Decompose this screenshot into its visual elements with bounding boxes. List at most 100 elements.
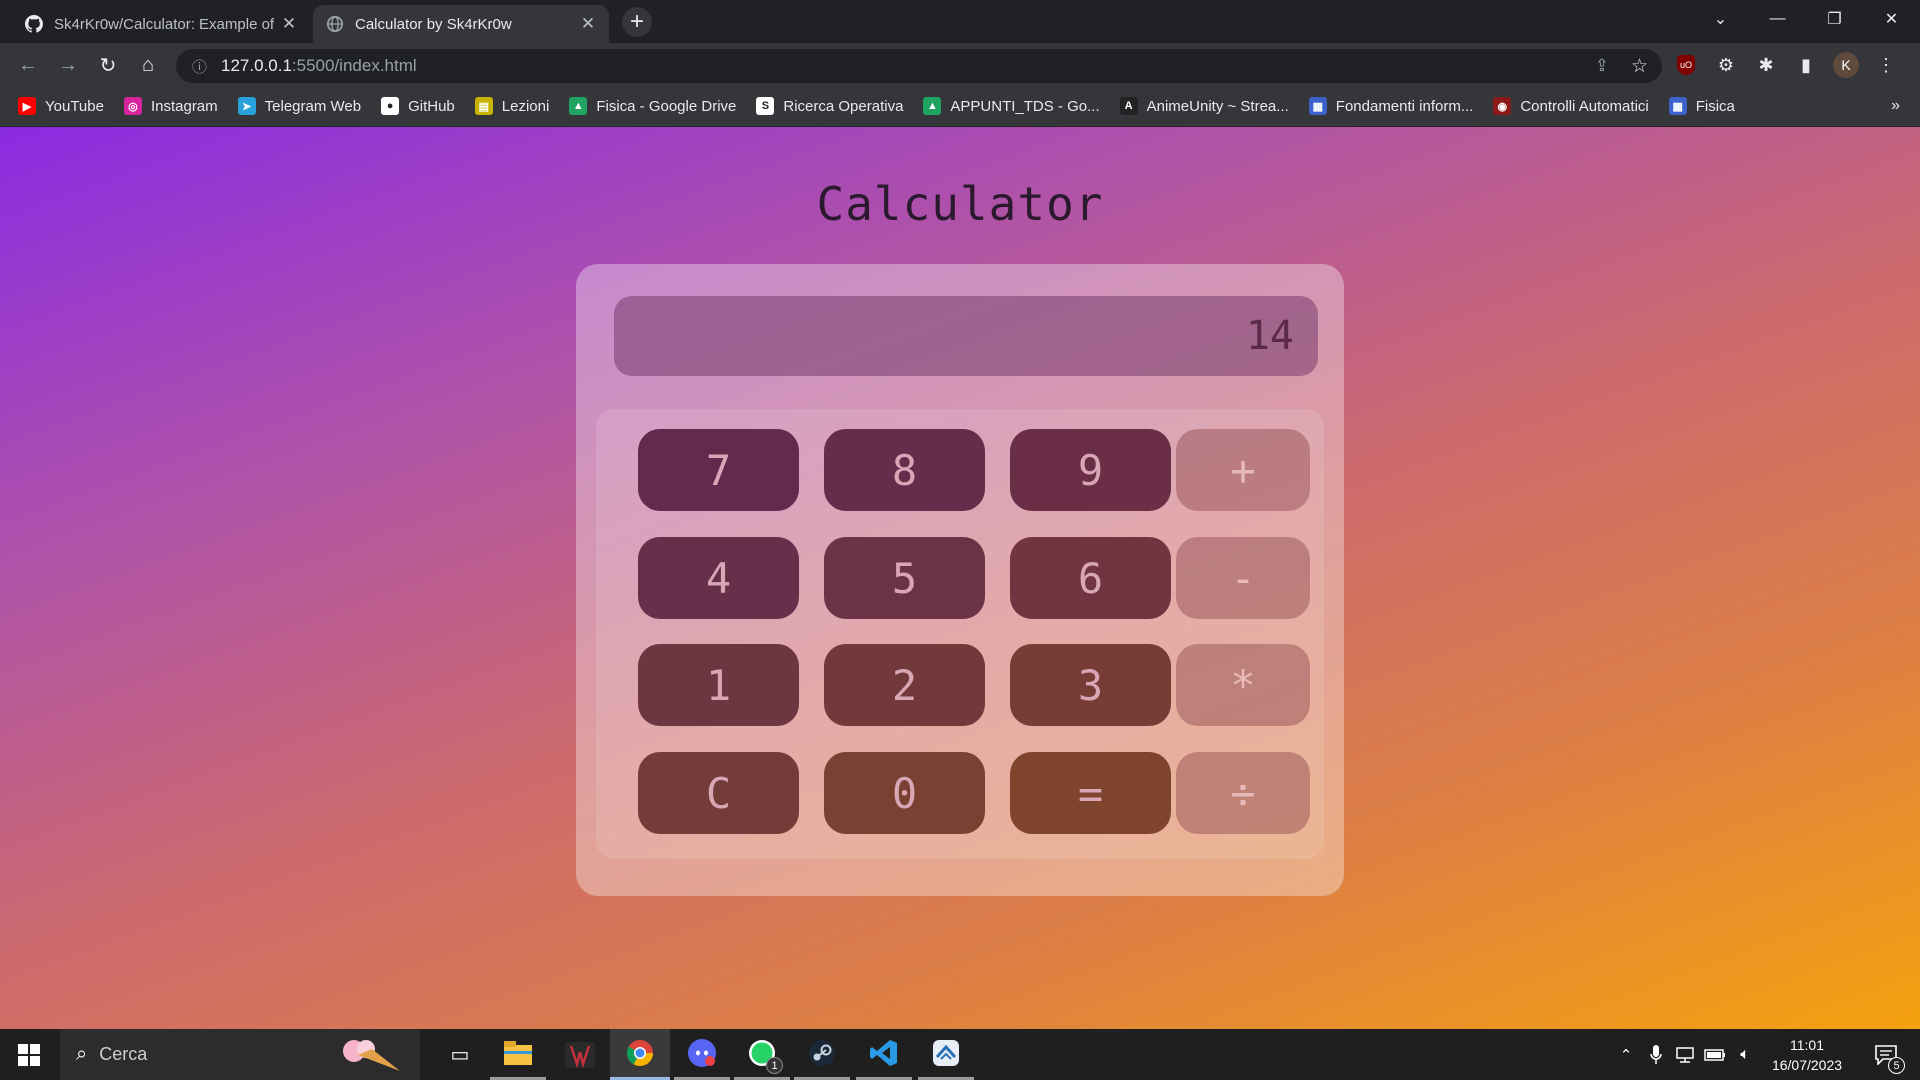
scribd-icon: S bbox=[756, 97, 775, 115]
tab-title: Calculator by Sk4rKr0w bbox=[355, 15, 512, 33]
tab-github[interactable]: Sk4rKr0w/Calculator: Example of ✕ bbox=[12, 5, 310, 43]
forward-icon[interactable]: → bbox=[52, 49, 84, 81]
bookmark-item[interactable]: ● GitHub bbox=[381, 97, 455, 115]
back-icon[interactable]: ← bbox=[12, 49, 44, 81]
share-icon[interactable]: ⇪ bbox=[1595, 56, 1609, 76]
file-explorer-icon[interactable] bbox=[490, 1029, 546, 1080]
steam-icon[interactable] bbox=[794, 1029, 850, 1080]
bookmark-item[interactable]: ➤ Telegram Web bbox=[237, 97, 362, 115]
app-cloud-icon[interactable] bbox=[918, 1029, 974, 1080]
profile-avatar[interactable]: K bbox=[1832, 51, 1860, 79]
menu-kebab-icon[interactable]: ⋮ bbox=[1872, 51, 1900, 79]
site-info-icon[interactable]: ⓘ bbox=[192, 56, 207, 77]
key-0-button[interactable]: 0 bbox=[824, 752, 985, 834]
bookmark-label: GitHub bbox=[408, 97, 455, 115]
page-title: Calculator bbox=[816, 177, 1104, 231]
address-bar[interactable]: ⓘ 127.0.0.1:5500/index.html ⇪ ☆ bbox=[176, 49, 1662, 83]
github-icon bbox=[24, 14, 44, 34]
restore-icon[interactable]: ❐ bbox=[1806, 0, 1863, 38]
bookmark-label: Ricerca Operativa bbox=[783, 97, 904, 115]
task-view-icon[interactable]: ▭ bbox=[432, 1029, 488, 1080]
discord-icon[interactable] bbox=[674, 1029, 730, 1080]
windows-taskbar: ⌕ Cerca ▭ 1 ⌃ 🔈︎ 11:01 16/07/2023 5 bbox=[0, 1029, 1920, 1080]
search-icon: ⌕ bbox=[76, 1043, 88, 1065]
reload-icon[interactable]: ↻ bbox=[92, 49, 124, 81]
calculator-keypad: 7 8 9 +4 5 6- 1 2 3 * C 0 = ÷ bbox=[596, 409, 1324, 859]
key-5-button[interactable]: 5 bbox=[824, 537, 985, 619]
key-8-button[interactable]: 8 bbox=[824, 429, 985, 511]
animeunity-icon: A bbox=[1119, 97, 1138, 115]
key-divide-button[interactable]: ÷ bbox=[1176, 752, 1310, 834]
microphone-icon[interactable] bbox=[1644, 1029, 1668, 1080]
bookmark-item[interactable]: ▲ APPUNTI_TDS - Go... bbox=[923, 97, 1100, 115]
predator-sense-icon[interactable] bbox=[552, 1029, 608, 1080]
windows-start-icon[interactable] bbox=[0, 1029, 58, 1080]
ublock-icon[interactable]: uO bbox=[1672, 51, 1700, 79]
bookmark-item[interactable]: ▲ Fisica - Google Drive bbox=[569, 97, 736, 115]
bookmark-item[interactable]: ◎ Instagram bbox=[123, 97, 218, 115]
tab-calculator[interactable]: Calculator by Sk4rKr0w ✕ bbox=[313, 5, 609, 43]
key-2-button[interactable]: 2 bbox=[824, 644, 985, 726]
whatsapp-icon[interactable]: 1 bbox=[734, 1029, 790, 1080]
close-tab-icon[interactable]: ✕ bbox=[280, 14, 298, 34]
network-icon[interactable] bbox=[1672, 1029, 1698, 1080]
vscode-icon[interactable] bbox=[856, 1029, 912, 1080]
bookmark-item[interactable]: S Ricerca Operativa bbox=[756, 97, 903, 115]
bookmarks-bar: ▶ YouTube ◎ Instagram ➤ Telegram Web ● GitHub ▤ L… bbox=[0, 87, 1920, 126]
volume-icon[interactable]: 🔈︎ bbox=[1732, 1029, 1758, 1080]
key-add-button[interactable]: + bbox=[1176, 429, 1310, 511]
key-subtract-button[interactable]: - bbox=[1176, 537, 1310, 619]
battery-icon[interactable] bbox=[1702, 1029, 1728, 1080]
bookmark-item[interactable]: ▶ YouTube bbox=[18, 97, 104, 115]
bookmark-label: Lezioni bbox=[501, 97, 550, 115]
bookmark-item[interactable]: ▦ Fondamenti inform... bbox=[1308, 97, 1474, 115]
chrome-icon[interactable] bbox=[610, 1029, 670, 1080]
bookmark-item[interactable]: ◉ Controlli Automatici bbox=[1493, 97, 1649, 115]
taskbar-search-box[interactable]: ⌕ Cerca bbox=[60, 1029, 420, 1080]
extensions-row: uO ⚙ ✱ ▮ K ⋮ bbox=[1672, 49, 1900, 81]
key-7-button[interactable]: 7 bbox=[638, 429, 799, 511]
key-clear-button[interactable]: C bbox=[638, 752, 799, 834]
instagram-icon: ◎ bbox=[123, 97, 142, 115]
bookmark-label: Fisica - Google Drive bbox=[596, 97, 737, 115]
github-icon: ● bbox=[381, 97, 400, 115]
key-3-button[interactable]: 3 bbox=[1010, 644, 1171, 726]
key-multiply-button[interactable]: * bbox=[1176, 644, 1310, 726]
minimize-icon[interactable]: — bbox=[1749, 0, 1806, 38]
browser-toolbar: ← → ↻ ⌂ ⓘ 127.0.0.1:5500/index.html ⇪ ☆ … bbox=[0, 43, 1920, 87]
search-placeholder: Cerca bbox=[99, 1044, 148, 1064]
bookmark-item[interactable]: ▤ Lezioni bbox=[474, 97, 550, 115]
google-drive-icon: ▲ bbox=[569, 97, 588, 115]
key-equals-button[interactable]: = bbox=[1010, 752, 1171, 834]
bookmark-item[interactable]: A AnimeUnity ~ Strea... bbox=[1119, 97, 1289, 115]
settings-extension-icon[interactable]: ⚙ bbox=[1712, 51, 1740, 79]
close-window-icon[interactable]: ✕ bbox=[1863, 0, 1920, 38]
notification-count-badge: 5 bbox=[1888, 1057, 1905, 1074]
key-6-button[interactable]: 6 bbox=[1010, 537, 1171, 619]
more-bookmarks-icon[interactable]: » bbox=[1891, 97, 1900, 115]
bookmark-label: YouTube bbox=[45, 97, 104, 115]
tab-search-icon[interactable]: ⌄ bbox=[1692, 0, 1749, 38]
bookmark-label: APPUNTI_TDS - Go... bbox=[950, 97, 1100, 115]
calculator-display: 14 bbox=[614, 296, 1318, 376]
new-tab-button[interactable]: + bbox=[622, 7, 652, 37]
key-9-button[interactable]: 9 bbox=[1010, 429, 1171, 511]
extensions-puzzle-icon[interactable]: ✱ bbox=[1752, 51, 1780, 79]
close-tab-icon[interactable]: ✕ bbox=[579, 14, 597, 34]
bookmark-star-icon[interactable]: ☆ bbox=[1631, 55, 1648, 78]
telegram-icon: ➤ bbox=[237, 97, 256, 115]
clock[interactable]: 11:01 16/07/2023 bbox=[1764, 1035, 1850, 1075]
notifications-icon[interactable]: 5 bbox=[1862, 1029, 1910, 1080]
home-icon[interactable]: ⌂ bbox=[132, 49, 164, 81]
key-4-button[interactable]: 4 bbox=[638, 537, 799, 619]
bookmark-item[interactable]: ▦ Fisica bbox=[1668, 97, 1735, 115]
key-1-button[interactable]: 1 bbox=[638, 644, 799, 726]
clock-time: 11:01 bbox=[1790, 1037, 1824, 1053]
bookmark-label: Controlli Automatici bbox=[1520, 97, 1649, 115]
side-panel-icon[interactable]: ▮ bbox=[1792, 51, 1820, 79]
moodle-icon: ▦ bbox=[1668, 97, 1687, 115]
show-hidden-icons-icon[interactable]: ⌃ bbox=[1614, 1029, 1638, 1080]
bookmark-label: Instagram bbox=[150, 97, 218, 115]
bookmark-label: Telegram Web bbox=[264, 97, 362, 115]
bookmark-label: Fondamenti inform... bbox=[1335, 97, 1474, 115]
